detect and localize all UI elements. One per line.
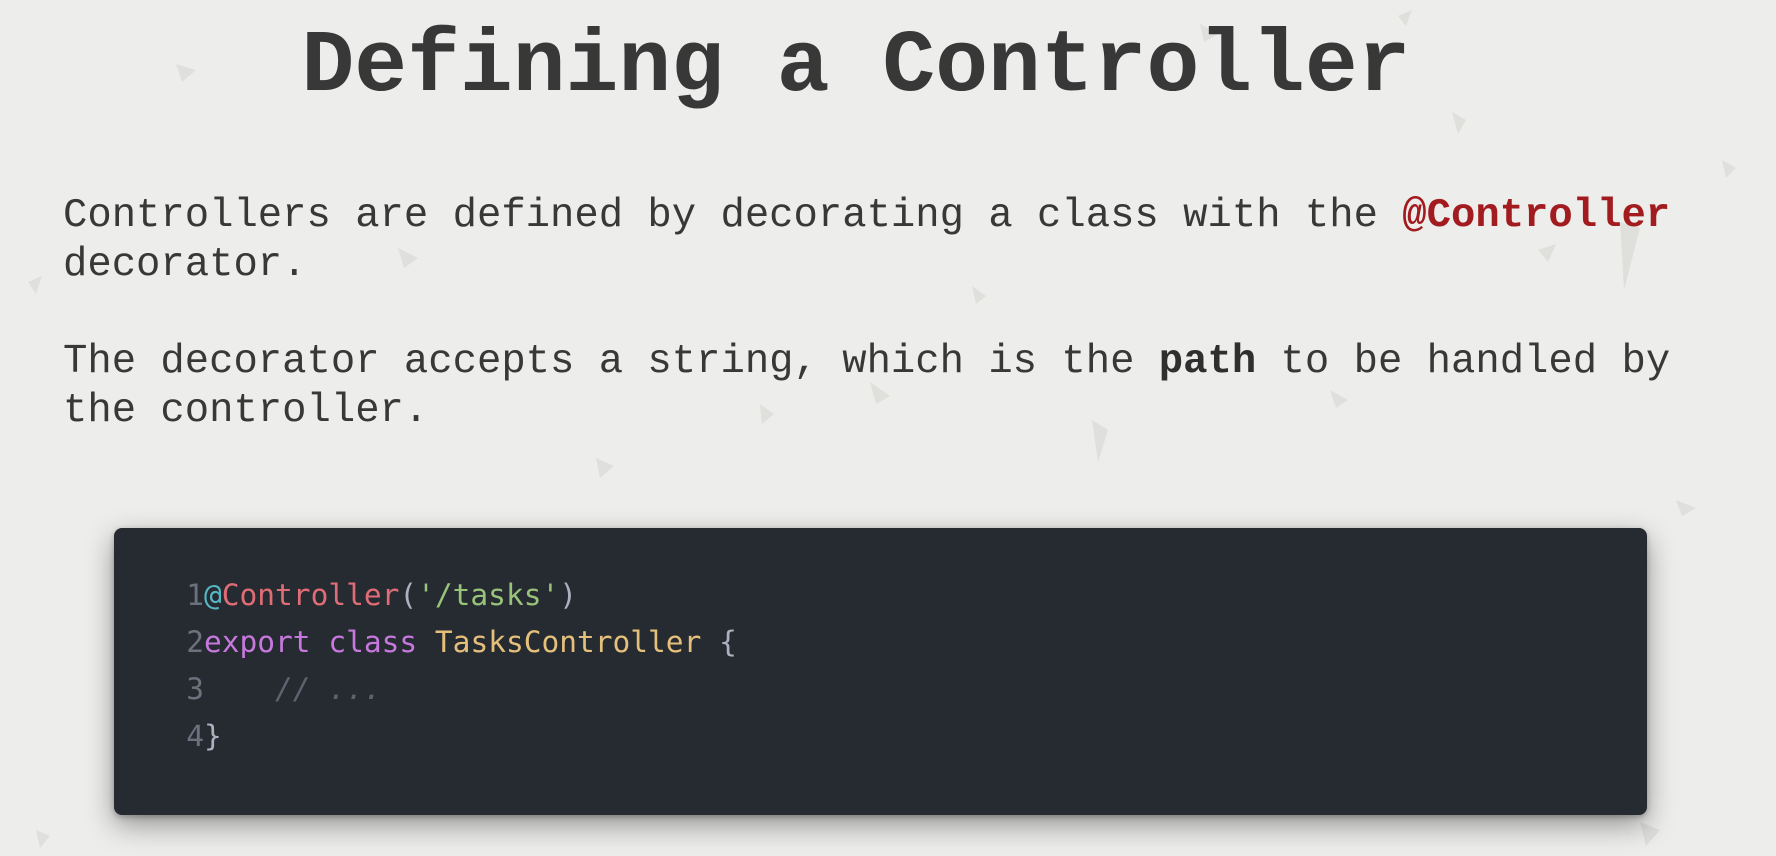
code-token: TasksController — [434, 625, 702, 659]
code-token: { — [701, 625, 737, 659]
code-line: 4} — [174, 713, 737, 760]
line-number: 2 — [186, 625, 204, 659]
code-token: ( — [399, 578, 418, 612]
code-token: '/tasks' — [417, 578, 560, 612]
code-token: Controller — [221, 578, 400, 612]
line-number: 1 — [186, 578, 204, 612]
paragraph-text: decorator. — [63, 242, 307, 288]
code-token: class — [328, 625, 418, 659]
paragraph-text: Controllers are defined by decorating a … — [63, 193, 1403, 239]
decorator-highlight: @Controller — [1402, 193, 1671, 239]
code-line: 2 export class TasksController { — [174, 619, 737, 666]
line-number: 4 — [186, 719, 204, 753]
line-number: 3 — [186, 672, 204, 706]
paragraph-controllers: Controllers are defined by decorating a … — [63, 192, 1703, 290]
code-token: export — [204, 625, 311, 659]
code-line: 3 // ... — [174, 666, 737, 713]
code-token: @ — [204, 578, 222, 612]
code-token: // ... — [275, 672, 382, 706]
slide-title: Defining a Controller — [301, 18, 1411, 117]
paragraph-decorator: The decorator accepts a string, which is… — [63, 338, 1703, 436]
code-token: ) — [559, 578, 577, 612]
code-token: } — [204, 719, 222, 753]
code-line: 1 @ Controller('/tasks') — [174, 572, 737, 619]
paragraph-text: The decorator accepts a string, which is… — [63, 339, 1159, 385]
code-lines: 1 @ Controller('/tasks') 2 export class Task… — [174, 572, 737, 760]
path-emphasis: path — [1158, 339, 1257, 385]
slide: Defining a Controller Controllers are de… — [0, 0, 1776, 856]
code-block: 1 @ Controller('/tasks') 2 export class Task… — [114, 528, 1647, 815]
